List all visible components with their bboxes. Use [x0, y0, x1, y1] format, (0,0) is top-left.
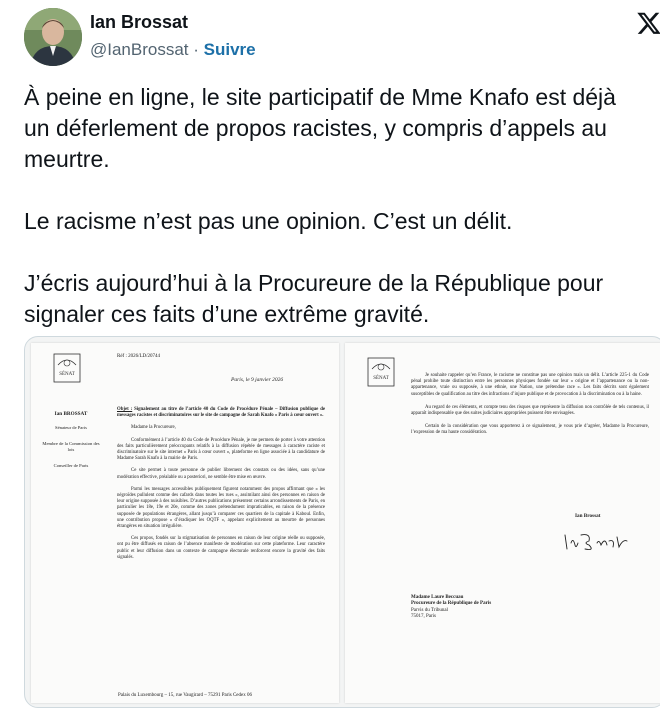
x-logo-icon[interactable]	[636, 10, 660, 36]
svg-text:SÉNAT: SÉNAT	[373, 375, 389, 381]
sidebar-commission: Membre de la Commission des lois	[42, 441, 100, 452]
sidebar-name: Ian BROSSAT	[54, 411, 88, 417]
tweet-media-letter[interactable]: SÉNAT Réf : 2026/LD/20744 Paris, le 9 ja…	[24, 336, 660, 708]
senat-logo-icon: SÉNAT	[367, 357, 395, 387]
letter-paragraph: Ce site permet à toute personne de publi…	[117, 468, 325, 480]
recipient-title: Procureure de la République de Paris	[411, 601, 492, 607]
letter-page-1: SÉNAT Réf : 2026/LD/20744 Paris, le 9 ja…	[31, 343, 339, 703]
tweet-line: signaler ces faits d’une extrême gravité…	[24, 301, 430, 327]
letter-body-2: Je souhaite rappeler qu’en France, le ra…	[411, 373, 649, 444]
letter-paragraph: Au regard de ces éléments, et compte ten…	[411, 404, 649, 417]
handwritten-signature	[561, 531, 631, 553]
sidebar-title: Sénateur de Paris	[55, 425, 87, 430]
objet-label: Objet :	[117, 407, 133, 412]
letter-paragraph: Ces propos, fondés sur la stigmatisation…	[117, 536, 325, 560]
tweet-line: meurtre.	[24, 146, 110, 172]
letter-paragraph: Conformément à l’article 40 du Code de P…	[117, 437, 325, 462]
follow-button[interactable]: Suivre	[204, 40, 256, 59]
tweet-line: Le racisme n’est pas une opinion. C’est …	[24, 208, 513, 234]
tweet-header: Ian Brossat @IanBrossat · Suivre	[0, 0, 660, 78]
letter-salutation: Madame la Procureure,	[131, 425, 176, 431]
senat-logo-icon: SÉNAT	[53, 353, 81, 383]
svg-text:SÉNAT: SÉNAT	[59, 371, 75, 377]
tweet-line: un déferlement de propos racistes, y com…	[24, 115, 607, 141]
recipient-address: Madame Laure Beccuau Procureure de la Ré…	[411, 595, 491, 621]
tweet-text: À peine en ligne, le site participatif d…	[24, 82, 660, 330]
letter-paragraph: Certain de la considération que vous app…	[411, 424, 649, 436]
author-meta: @IanBrossat · Suivre	[90, 40, 256, 60]
letter-sidebar: Ian BROSSAT Sénateur de Paris Membre de …	[41, 411, 101, 479]
letter-ref: Réf : 2026/LD/20744	[117, 354, 161, 359]
letter-footer: Palais du Luxembourg – 15, rue Vaugirard…	[118, 693, 252, 698]
author-handle[interactable]: @IanBrossat	[90, 40, 189, 59]
letter-paragraph: Parmi les messages accessibles publiquem…	[117, 486, 325, 530]
meta-separator: ·	[188, 40, 204, 59]
letter-body-1: Objet : Signalement au titre de l’articl…	[117, 407, 325, 567]
avatar[interactable]	[24, 8, 82, 66]
tweet-line: J’écris aujourd’hui à la Procureure de l…	[24, 270, 604, 296]
letter-date: Paris, le 9 janvier 2026	[231, 377, 284, 383]
tweet-line: À peine en ligne, le site participatif d…	[24, 84, 616, 110]
letter-page-2: SÉNAT Je souhaite rappeler qu’en France,…	[345, 343, 660, 703]
letter-paragraph: Je souhaite rappeler qu’en France, le ra…	[411, 373, 649, 397]
recipient-addr-line: 75017, Paris	[411, 614, 436, 620]
letter-objet: Objet : Signalement au titre de l’articl…	[117, 407, 325, 419]
sidebar-council: Conseiller de Paris	[53, 463, 89, 468]
author-name[interactable]: Ian Brossat	[90, 12, 188, 33]
signatory-name: Ian Brossat	[575, 513, 601, 519]
objet-text: Signalement au titre de l’article 40 du …	[117, 407, 325, 419]
